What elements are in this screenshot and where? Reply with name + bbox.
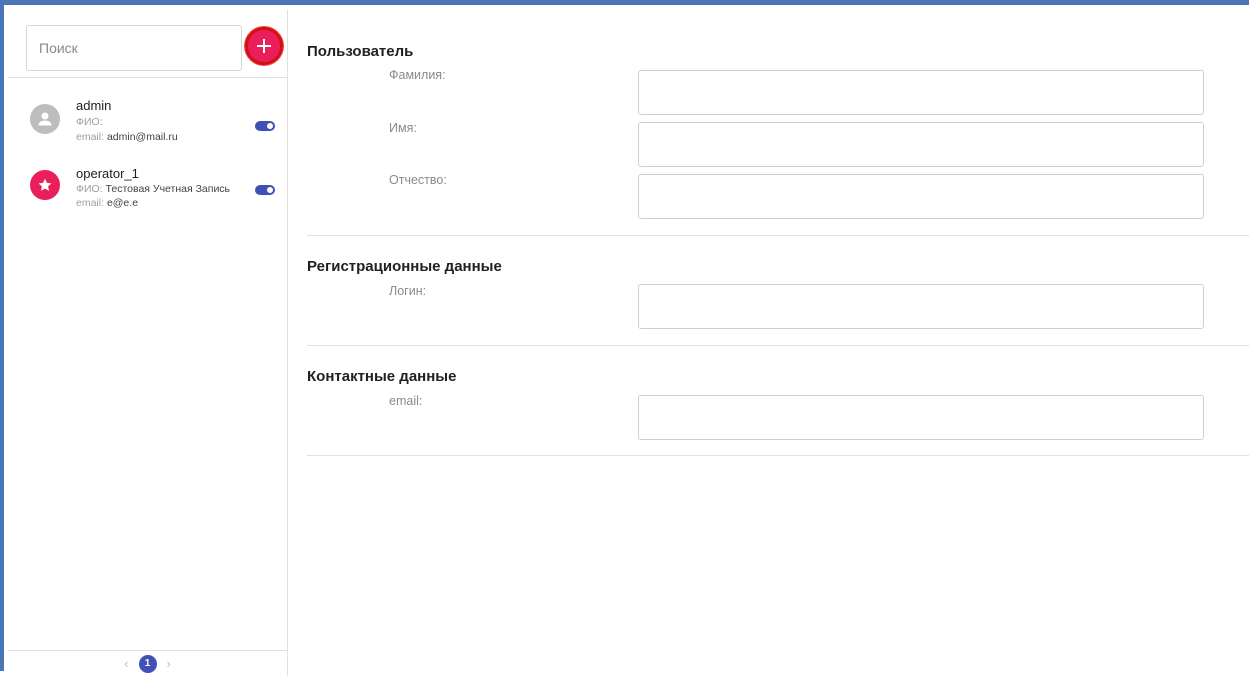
active-toggle[interactable] (255, 121, 275, 131)
email-value: e@e.e (106, 197, 139, 209)
user-name: admin (76, 98, 112, 113)
divider (307, 455, 1249, 456)
section-title-user: Пользователь (307, 43, 414, 60)
list-item[interactable]: operator_1 ФИО: Тестовая Учетная Запись … (8, 160, 287, 230)
user-fio: ФИО: Тестовая Учетная Запись (76, 183, 230, 195)
email-value: admin@mail.ru (106, 131, 178, 143)
active-toggle[interactable] (255, 185, 275, 195)
fio-value: Тестовая Учетная Запись (105, 183, 231, 195)
login-field[interactable] (638, 284, 1204, 329)
user-email: email: e@e.e (76, 197, 138, 209)
patronymic-field[interactable] (638, 174, 1204, 219)
avatar (30, 104, 60, 134)
first-name-label: Имя: (389, 121, 417, 135)
user-list: admin ФИО: email: admin@mail.ru operator… (8, 90, 287, 230)
fio-label: ФИО: (76, 183, 103, 195)
divider (307, 345, 1249, 346)
login-label: Логин: (389, 284, 427, 298)
plus-icon (257, 39, 271, 53)
first-name-field[interactable] (638, 122, 1204, 167)
email-label: email: (389, 394, 423, 408)
pagination: ‹ 1 › (8, 650, 287, 676)
app-window: admin ФИО: email: admin@mail.ru (0, 0, 1249, 676)
list-item[interactable]: admin ФИО: email: admin@mail.ru (8, 90, 287, 160)
email-field[interactable] (638, 395, 1204, 440)
last-name-label: Фамилия: (389, 68, 446, 82)
divider (307, 235, 1249, 236)
user-name: operator_1 (76, 166, 139, 181)
email-label: email: (76, 131, 105, 143)
star-icon (38, 178, 52, 191)
user-email: email: admin@mail.ru (76, 131, 178, 143)
user-form: Пользователь Фамилия: Имя: Отчество: Рег… (289, 10, 1249, 676)
search-input[interactable] (26, 25, 242, 71)
person-icon (38, 112, 52, 126)
prev-page-icon[interactable]: ‹ (124, 656, 128, 671)
sidebar: admin ФИО: email: admin@mail.ru (8, 10, 288, 676)
email-label: email: (76, 197, 105, 209)
fio-label: ФИО: (76, 116, 103, 128)
next-page-icon[interactable]: › (167, 656, 171, 671)
last-name-field[interactable] (638, 70, 1204, 115)
page-number[interactable]: 1 (138, 654, 157, 673)
user-fio: ФИО: (76, 116, 103, 128)
section-title-contacts: Контактные данные (307, 368, 457, 385)
search-bar (8, 10, 287, 78)
section-title-registration: Регистрационные данные (307, 258, 502, 275)
avatar (30, 170, 60, 200)
add-user-button[interactable] (245, 27, 283, 65)
patronymic-label: Отчество: (389, 173, 447, 187)
